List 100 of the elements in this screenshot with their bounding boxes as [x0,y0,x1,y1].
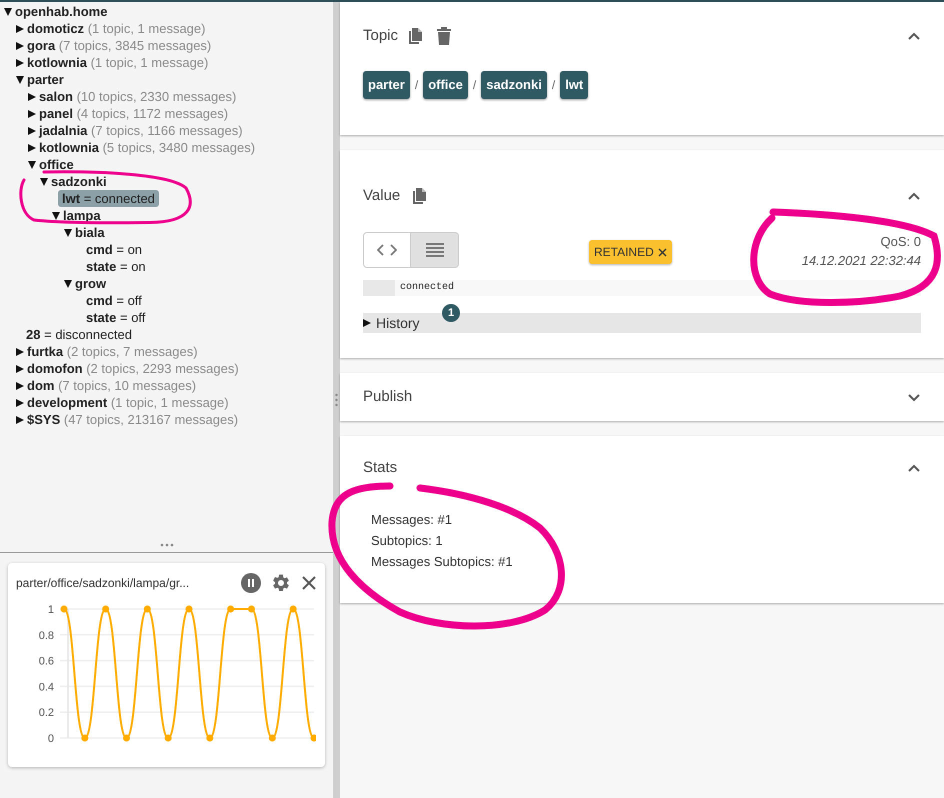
stats-line: Subtopics: 1 [371,532,444,550]
path-separator: / [414,77,418,94]
triangle-down-icon [64,228,72,236]
tree-item[interactable]: dom (7 topics, 10 messages) [12,377,200,394]
data-point [248,606,255,612]
path-separator: / [552,77,556,94]
tree-item[interactable]: kotlownia (1 topic, 1 message) [12,54,212,71]
stats-line: Messages: #1 [371,511,453,529]
tree-item[interactable]: sadzonki [36,173,111,190]
tree-item[interactable]: state = on [82,258,150,275]
axis-tick-label: 0.4 [38,681,54,694]
tree-item[interactable]: 28 = disconnected [22,326,136,343]
tree-item[interactable]: furtka (2 topics, 7 messages) [12,343,202,360]
data-point [123,734,130,742]
tree-item[interactable]: kotlownia (5 topics, 3480 messages) [24,139,260,156]
tree-item[interactable]: office [24,156,78,173]
triangle-right-icon [16,24,24,32]
retained-badge[interactable]: RETAINED [588,240,672,264]
data-point [60,606,68,612]
triangle-right-icon [28,110,36,118]
data-point [310,734,316,742]
code-view-button[interactable] [363,232,411,268]
topic-segment-chip[interactable]: sadzonki [481,71,547,99]
tree-item[interactable]: development (1 topic, 1 message) [12,394,233,411]
data-point [81,734,88,742]
axis-tick-label: 0.6 [38,656,54,668]
axis-tick-label: 0.2 [38,707,54,720]
qos-label: QoS: 0 [880,233,921,250]
tree-item[interactable]: $SYS (47 topics, 213167 messages) [12,411,242,428]
triangle-right-icon [28,126,36,134]
triangle-down-icon [64,280,72,288]
code-brackets-icon [377,244,397,256]
triangle-right-icon [16,398,24,406]
triangle-right-icon [16,382,24,390]
triangle-down-icon [52,212,60,220]
payload-text: connected [400,280,454,295]
close-icon[interactable] [301,575,317,591]
tree-item[interactable]: cmd = off [82,292,146,309]
triangle-right-icon [16,58,24,66]
tree-item[interactable]: lampa [48,207,105,224]
count-badge: 1 [442,304,460,322]
pause-icon[interactable] [241,573,261,593]
tree-item[interactable]: cmd = on [82,241,146,258]
section-title: Stats [363,458,398,478]
triangle-right-icon [28,144,36,152]
topic-segment-chip[interactable]: lwt [560,71,588,99]
resize-handle-icon[interactable] [160,543,174,547]
triangle-right-icon [28,92,36,100]
resize-handle-icon[interactable] [335,393,338,407]
data-point [206,734,214,742]
chart-title: parter/office/sadzonki/lampa/gr... [16,575,190,592]
stats-line: Messages Subtopics: #1 [371,553,514,571]
data-point [268,734,276,742]
close-icon[interactable] [658,248,667,256]
triangle-down-icon [4,8,12,16]
triangle-down-icon [28,160,36,168]
triangle-right-icon [16,416,24,424]
copy-icon[interactable] [412,188,428,204]
collapse-chevron-icon[interactable] [907,192,921,200]
tree-item[interactable]: openhab.home [0,3,112,20]
tree-item[interactable]: parter [12,71,68,88]
triangle-right-icon [16,348,24,356]
tree-item[interactable]: lwt = connected [58,190,159,207]
expand-chevron-icon[interactable] [907,392,921,402]
section-title: Topic [363,26,398,46]
triangle-right-icon [363,319,371,327]
tree-item[interactable]: biala [60,224,109,241]
raw-view-button[interactable] [411,232,459,268]
triangle-down-icon [16,76,24,84]
path-separator: / [472,77,476,94]
triangle-down-icon [40,178,48,186]
triangle-right-icon [16,42,24,50]
tree-item[interactable]: grow [60,275,110,292]
section-title: Publish [363,386,412,407]
topic-segment-chip[interactable]: office [423,71,468,99]
tree-item[interactable]: domoticz (1 topic, 1 message) [12,20,210,37]
data-point [290,606,297,612]
axis-tick-label: 0.8 [38,630,54,642]
settings-icon[interactable] [271,573,291,593]
tree-item[interactable]: panel (4 topics, 1172 messages) [24,105,232,122]
lines-icon [426,243,444,257]
tree-item[interactable]: state = off [82,309,150,326]
axis-tick-label: 1 [48,604,54,616]
message-timestamp: 14.12.2021 22:32:44 [802,252,921,270]
tree-item[interactable]: salon (10 topics, 2330 messages) [24,88,240,105]
section-title: Value [363,186,400,206]
tree-item[interactable]: gora (7 topics, 3845 messages) [12,37,216,54]
triangle-right-icon [16,364,24,372]
trash-icon[interactable] [437,27,452,45]
collapse-chevron-icon[interactable] [907,464,921,472]
tree-item[interactable]: domofon (2 topics, 2293 messages) [12,360,243,377]
data-point [164,734,172,742]
data-point [102,606,110,612]
data-point [186,606,192,612]
topic-segment-chip[interactable]: parter [363,71,410,99]
tree-item[interactable]: jadalnia (7 topics, 1166 messages) [24,122,247,139]
data-point [144,606,151,612]
copy-icon[interactable] [408,28,424,44]
collapse-chevron-icon[interactable] [907,32,921,40]
data-point [227,606,234,612]
